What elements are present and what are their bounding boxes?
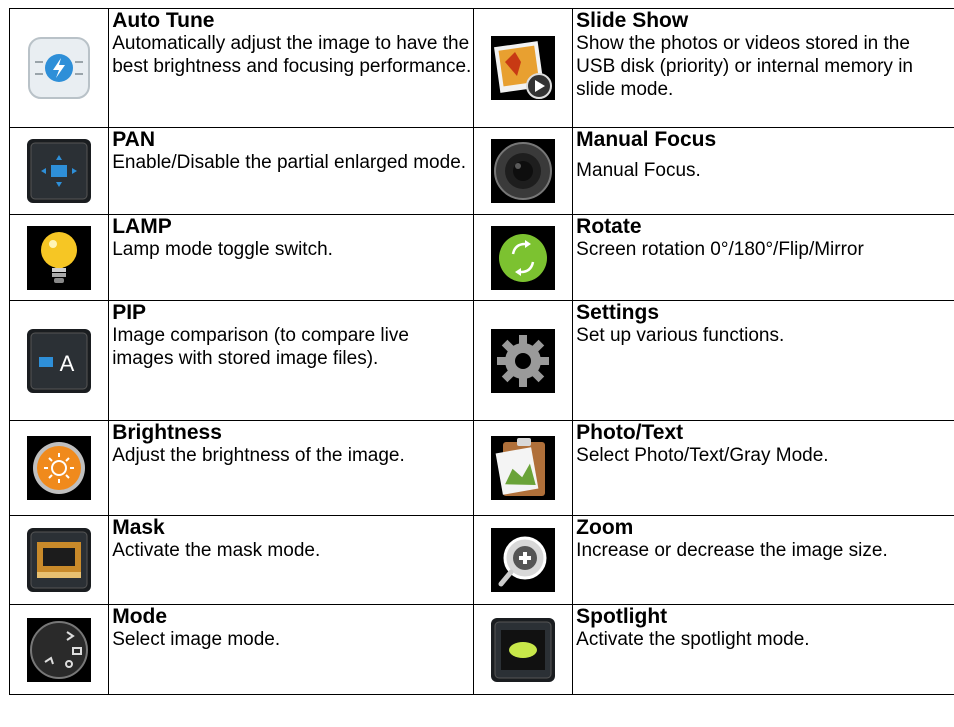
icon-cell [8, 127, 110, 215]
table-row: Mask Activate the mask mode. Zoom Increa… [8, 515, 954, 605]
rotate-icon [487, 222, 559, 294]
function-description: Image comparison (to compare live images… [112, 325, 409, 369]
table-row: LAMP Lamp mode toggle switch. Rotate Scr… [8, 214, 954, 301]
icon-cell [472, 604, 574, 695]
text-cell: Mask Activate the mask mode. [108, 515, 474, 605]
icon-cell: A [8, 300, 110, 421]
function-description: Activate the mask mode. [112, 540, 321, 561]
function-title: PIP [112, 301, 147, 324]
mask-icon [23, 524, 95, 596]
brightness-icon [23, 432, 95, 504]
text-cell: Photo/Text Select Photo/Text/Gray Mode. [572, 420, 954, 516]
function-description: Screen rotation 0°/180°/Flip/Mirror [576, 239, 864, 260]
photo-text-icon [487, 432, 559, 504]
function-description: Show the photos or videos stored in the … [576, 33, 913, 100]
function-description: Increase or decrease the image size. [576, 540, 888, 561]
function-title: LAMP [112, 215, 172, 238]
text-cell: Spotlight Activate the spotlight mode. [572, 604, 954, 695]
slide-show-icon [487, 32, 559, 104]
pip-icon: A [23, 325, 95, 397]
function-title: Settings [576, 301, 660, 324]
icon-cell [8, 214, 110, 301]
icon-cell [472, 127, 574, 215]
function-title: Brightness [112, 421, 222, 444]
manual-focus-icon [487, 135, 559, 207]
text-cell: LAMP Lamp mode toggle switch. [108, 214, 474, 301]
text-cell: Manual Focus Manual Focus. [572, 127, 954, 215]
lamp-icon [23, 222, 95, 294]
pan-icon [23, 135, 95, 207]
function-description: Activate the spotlight mode. [576, 629, 810, 650]
text-cell: Auto Tune Automatically adjust the image… [108, 8, 474, 128]
function-title: Rotate [576, 215, 642, 238]
icon-cell [472, 300, 574, 421]
icon-cell [8, 604, 110, 695]
function-title: Manual Focus [576, 128, 717, 151]
function-description: Lamp mode toggle switch. [112, 239, 333, 260]
function-title: Zoom [576, 516, 634, 539]
text-cell: Rotate Screen rotation 0°/180°/Flip/Mirr… [572, 214, 954, 301]
function-title: Auto Tune [112, 9, 215, 32]
text-cell: Zoom Increase or decrease the image size… [572, 515, 954, 605]
icon-cell [472, 8, 574, 128]
auto-tune-icon [23, 32, 95, 104]
icon-cell [472, 515, 574, 605]
text-cell: PIP Image comparison (to compare live im… [108, 300, 474, 421]
text-cell: Settings Set up various functions. [572, 300, 954, 421]
function-description: Adjust the brightness of the image. [112, 445, 405, 466]
function-title: Photo/Text [576, 421, 684, 444]
table-row: A PIP Image comparison (to compare live … [8, 300, 954, 421]
table-row: Auto Tune Automatically adjust the image… [8, 8, 954, 128]
function-description: Select Photo/Text/Gray Mode. [576, 445, 829, 466]
text-cell: PAN Enable/Disable the partial enlarged … [108, 127, 474, 215]
icon-cell [8, 8, 110, 128]
settings-icon [487, 325, 559, 397]
function-description: Set up various functions. [576, 325, 785, 346]
function-table: Auto Tune Automatically adjust the image… [8, 8, 954, 695]
text-cell: Slide Show Show the photos or videos sto… [572, 8, 954, 128]
function-description: Enable/Disable the partial enlarged mode… [112, 152, 467, 173]
pip-icon-letter: A [60, 351, 75, 376]
function-title: Spotlight [576, 605, 668, 628]
function-description: Manual Focus. [576, 160, 701, 181]
icon-cell [472, 420, 574, 516]
table-row: Mode Select image mode. Spotlight Activa… [8, 604, 954, 695]
spotlight-icon [487, 614, 559, 686]
mode-icon [23, 614, 95, 686]
icon-cell [8, 515, 110, 605]
function-title: Mode [112, 605, 168, 628]
function-description: Automatically adjust the image to have t… [112, 33, 472, 77]
function-description: Select image mode. [112, 629, 281, 650]
function-title: Mask [112, 516, 165, 539]
icon-cell [8, 420, 110, 516]
text-cell: Brightness Adjust the brightness of the … [108, 420, 474, 516]
table-row: PAN Enable/Disable the partial enlarged … [8, 127, 954, 215]
table-row: Brightness Adjust the brightness of the … [8, 420, 954, 516]
function-title: PAN [112, 128, 155, 151]
text-cell: Mode Select image mode. [108, 604, 474, 695]
zoom-icon [487, 524, 559, 596]
icon-cell [472, 214, 574, 301]
function-title: Slide Show [576, 9, 689, 32]
